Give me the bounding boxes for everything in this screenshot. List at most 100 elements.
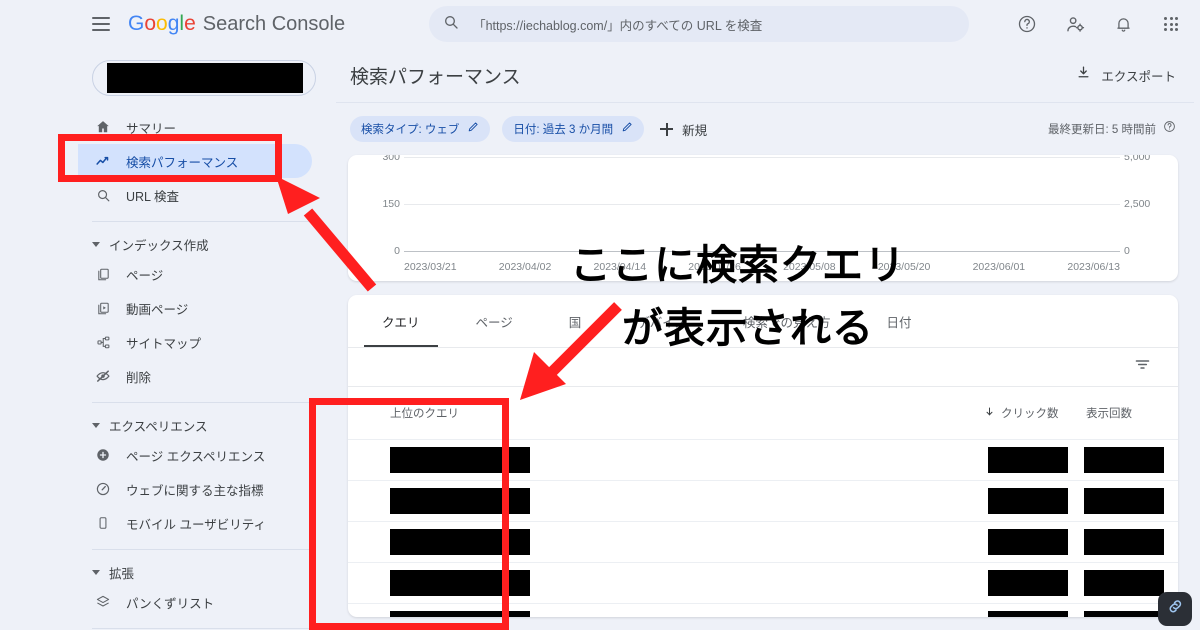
chevron-down-icon: [92, 422, 100, 428]
cell-impressions-redacted: [1084, 570, 1164, 596]
table-header-row: 上位のクエリ クリック数 表示回数: [348, 387, 1178, 439]
sidebar-divider: [92, 221, 312, 222]
cell-clicks-redacted: [988, 529, 1068, 555]
page-title: 検索パフォーマンス: [350, 66, 521, 88]
sidebar-item-summary[interactable]: サマリー: [78, 110, 312, 144]
main-content: 検索パフォーマンス エクスポート 検索タイプ: ウェブ 日付: 過去 3 か月間…: [330, 48, 1200, 630]
cell-query-redacted: [390, 447, 530, 473]
tab-dates[interactable]: 日付: [886, 295, 911, 347]
sidebar-item-video-pages[interactable]: 動画ページ: [78, 291, 312, 325]
account-settings-icon[interactable]: [1064, 13, 1086, 35]
chip-label: 検索タイプ: ウェブ: [361, 124, 460, 136]
cell-impressions-redacted: [1084, 488, 1164, 514]
cell-query-redacted: [390, 570, 530, 596]
core-web-vitals-icon: [92, 478, 114, 500]
logo-letter-o2: o: [156, 12, 168, 35]
sidebar-group-label: 拡張: [109, 566, 135, 581]
tab-label: クエリ: [382, 315, 420, 330]
export-button[interactable]: エクスポート: [1076, 65, 1176, 85]
chart-xtick: 2023/03/21: [404, 261, 457, 273]
sidebar-item-label: パンくずリスト: [126, 596, 215, 611]
sidebar-item-pages[interactable]: ページ: [78, 257, 312, 291]
sidebar-item-label: ページ エクスペリエンス: [126, 449, 266, 464]
sidebar-item-breadcrumbs[interactable]: パンくずリスト: [78, 585, 312, 619]
sidebar-item-url-inspection[interactable]: URL 検査: [78, 178, 312, 212]
new-filter-button[interactable]: 新規: [660, 120, 707, 139]
table-row[interactable]: [348, 481, 1178, 521]
cell-query-redacted: [390, 529, 530, 555]
column-header-query[interactable]: 上位のクエリ: [390, 405, 459, 421]
sidebar-group-indexing[interactable]: インデックス作成: [78, 231, 330, 257]
cell-impressions-redacted: [1084, 611, 1164, 617]
cell-impressions-redacted: [1084, 447, 1164, 473]
sidebar-item-label: サマリー: [126, 121, 177, 136]
sidebar-primary-nav: サマリー 検索パフォーマンス URL 検査: [78, 110, 330, 212]
page-header: 検索パフォーマンス エクスポート: [330, 48, 1200, 102]
help-circle-icon[interactable]: [1163, 120, 1176, 138]
sidebar-divider: [92, 549, 312, 550]
logo-letter-o1: o: [144, 12, 157, 35]
chip-search-type[interactable]: 検索タイプ: ウェブ: [350, 116, 491, 142]
tab-queries[interactable]: クエリ: [364, 295, 437, 347]
tab-label: 国: [568, 315, 582, 330]
sidebar-item-mobile-usability[interactable]: モバイル ユーザビリティ: [78, 506, 312, 540]
chip-date-range[interactable]: 日付: 過去 3 か月間: [502, 116, 645, 142]
float-widget-button[interactable]: [1158, 592, 1192, 626]
sidebar-group-label: インデックス作成: [109, 238, 209, 253]
page-experience-icon: [92, 444, 114, 466]
sidebar-group-label: エクスペリエンス: [109, 419, 208, 434]
top-bar: Google Search Console 「https://iechablog…: [78, 0, 1200, 48]
chevron-down-icon: [92, 569, 100, 575]
column-header-impressions[interactable]: 表示回数: [1086, 405, 1178, 421]
chart-ytick-left: 150: [382, 198, 400, 210]
table-row[interactable]: [348, 440, 1178, 480]
tab-countries[interactable]: 国: [569, 295, 582, 347]
breadcrumbs-icon: [92, 591, 114, 613]
table-row[interactable]: [348, 604, 1178, 617]
performance-chart-card: 300 150 0 5,000 2,500 0 2023/03/21 2023/…: [348, 155, 1178, 281]
apps-grid-icon[interactable]: [1160, 13, 1182, 35]
chart-xtick: 2023/06/01: [972, 261, 1026, 273]
sidebar-item-sitemaps[interactable]: サイトマップ: [78, 325, 312, 359]
table-row[interactable]: [348, 563, 1178, 603]
video-pages-icon: [92, 297, 114, 319]
chart-ytick-left: 0: [394, 245, 400, 257]
performance-chart[interactable]: 300 150 0 5,000 2,500 0 2023/03/21 2023/…: [348, 155, 1178, 281]
mobile-usability-icon: [92, 512, 114, 534]
tab-pages[interactable]: ページ: [476, 295, 513, 347]
tab-label: 検索での見え方: [742, 315, 831, 330]
cell-query-redacted: [390, 488, 530, 514]
sidebar-item-search-performance[interactable]: 検索パフォーマンス: [78, 144, 312, 178]
search-input[interactable]: 「https://iechablog.com/」内のすべての URL を検査: [429, 6, 970, 42]
top-bar-icons: [1016, 13, 1200, 35]
notifications-bell-icon[interactable]: [1112, 13, 1134, 35]
tab-devices[interactable]: デバイス: [637, 295, 687, 347]
chart-xtick: 2023/05/08: [783, 261, 836, 273]
chart-x-axis-labels: 2023/03/21 2023/04/02 2023/04/14 2023/04…: [404, 261, 1120, 273]
column-header-clicks[interactable]: クリック数: [984, 405, 1080, 421]
property-name-redacted: [107, 63, 303, 93]
trending-up-icon: [92, 150, 114, 172]
export-label: エクスポート: [1101, 69, 1176, 84]
sidebar-group-enhancements[interactable]: 拡張: [78, 559, 330, 585]
sidebar-item-label: ウェブに関する主な指標: [126, 483, 264, 498]
tab-search-appearance[interactable]: 検索での見え方: [743, 295, 831, 347]
hamburger-icon[interactable]: [84, 7, 118, 41]
filter-tune-icon[interactable]: [1133, 355, 1152, 379]
help-icon[interactable]: [1016, 13, 1038, 35]
sidebar-item-page-experience[interactable]: ページ エクスペリエンス: [78, 438, 312, 472]
download-icon: [1076, 65, 1091, 85]
property-selector[interactable]: [92, 60, 316, 96]
sidebar-item-label: サイトマップ: [126, 336, 202, 351]
chart-ytick-right: 5,000: [1124, 155, 1151, 163]
sidebar-group-experience[interactable]: エクスペリエンス: [78, 412, 330, 438]
new-filter-label: 新規: [682, 123, 708, 138]
sidebar-item-removals[interactable]: 削除: [78, 359, 312, 393]
sidebar-item-label: 動画ページ: [126, 302, 189, 317]
table-row[interactable]: [348, 522, 1178, 562]
last-updated: 最終更新日: 5 時間前: [1048, 120, 1176, 138]
sidebar-item-label: 削除: [126, 370, 152, 385]
sidebar-item-core-web-vitals[interactable]: ウェブに関する主な指標: [78, 472, 312, 506]
eye-off-icon: [92, 365, 114, 387]
sidebar-item-label: 検索パフォーマンス: [126, 155, 239, 170]
